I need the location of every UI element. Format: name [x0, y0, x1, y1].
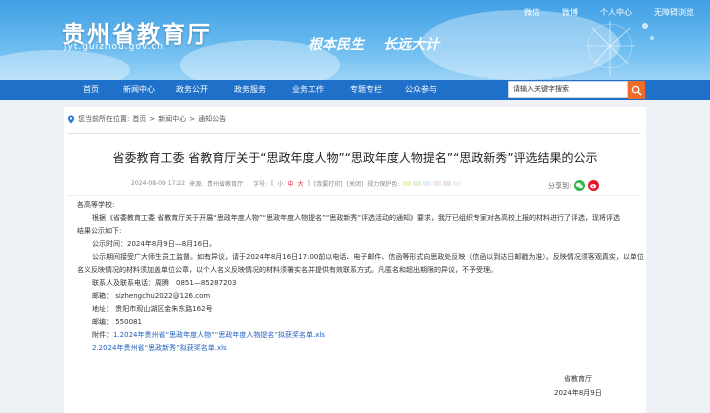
attachment-line: 2.2024年贵州省“思政新秀”拟获奖名单.xls [77, 342, 637, 355]
source-value: 贵州省教育厅 [207, 181, 244, 188]
breadcrumb-separator: > [189, 115, 196, 123]
font-size-label: 字号: [253, 181, 268, 188]
paragraph: 公示期间接受广大师生员工监督。如有异议，请于2024年8月16日17:00前以电… [92, 253, 644, 261]
address-line: 地址： 贵阳市观山湖区金朱东路162号 [92, 305, 213, 313]
color-swatch[interactable] [423, 181, 432, 186]
nav-gov-service[interactable]: 政务服务 [234, 80, 266, 100]
slogan-part1: 根本民生 [308, 37, 364, 53]
share-label: 分享到: [548, 181, 572, 190]
paragraph: 根据《省委教育工委 省教育厅关于开展“思政年度人物”“思政年度人物提名”“思政新… [92, 214, 620, 222]
view-color-label: 视力保护色: [367, 181, 400, 188]
nav-news[interactable]: 新闻中心 [123, 80, 155, 100]
top-link-wechat[interactable]: 微信 [524, 7, 540, 18]
site-domain: jyt.guizhou.gov.cn [64, 42, 164, 52]
attachment-link-2[interactable]: 2.2024年贵州省“思政新秀”拟获奖名单.xls [92, 344, 227, 352]
paragraph: 结果公示如下: [77, 227, 122, 235]
paragraph: 公示时间：2024年8月9日—8月16日。 [92, 240, 217, 248]
nav-gov-open[interactable]: 政务公开 [176, 80, 208, 100]
contact-line: 联系人及联系电话：周腾 0851—85287203 [92, 279, 237, 287]
weibo-icon[interactable] [588, 180, 600, 191]
attachment-label: 附件： [92, 331, 113, 339]
attachment-line: 附件：1.2024年贵州省“思政年度人物”“思政年度人物提名”拟获奖名单.xls [77, 329, 637, 342]
top-link-user-center[interactable]: 个人中心 [600, 7, 632, 18]
attachment-link-1[interactable]: 1.2024年贵州省“思政年度人物”“思政年度人物提名”拟获奖名单.xls [113, 331, 325, 339]
search-input[interactable]: 请输入关键字搜索 [508, 81, 628, 98]
breadcrumb-notices[interactable]: 通知公告 [198, 114, 226, 124]
search-icon [631, 85, 642, 96]
nav-special[interactable]: 专题专栏 [350, 80, 382, 100]
article-body: 各高等学校: 根据《省委教育工委 省教育厅关于开展“思政年度人物”“思政年度人物… [77, 199, 644, 355]
wechat-icon[interactable] [574, 180, 586, 191]
breadcrumb-separator: > [149, 115, 156, 123]
breadcrumb-news[interactable]: 新闻中心 [158, 114, 186, 124]
slogan-part2: 长远大计 [383, 37, 439, 53]
site-header: 贵州省教育厅 jyt.guizhou.gov.cn 根本民生 长远大计 微信 微… [0, 0, 710, 80]
search-button[interactable] [628, 81, 645, 99]
share-bar: 分享到: [548, 180, 600, 191]
color-swatch[interactable] [413, 181, 422, 186]
nav-participation[interactable]: 公众参与 [405, 80, 437, 100]
article-panel: 您当前所在位置: 首页 > 新闻中心 > 通知公告 省委教育工委 省教育厅关于“… [64, 107, 646, 413]
top-link-weibo[interactable]: 微博 [562, 7, 578, 18]
breadcrumb-prefix: 您当前所在位置: [78, 115, 130, 123]
header-cloud [0, 50, 130, 80]
breadcrumb-home[interactable]: 首页 [132, 114, 146, 124]
nav-home[interactable]: 首页 [83, 80, 99, 100]
dandelion-icon [586, 21, 654, 76]
article-title: 省委教育工委 省教育厅关于“思政年度人物”“思政年度人物提名”“思政新秀”评选结… [112, 151, 598, 165]
signature: 省教育厅 [564, 375, 592, 383]
font-small-button[interactable]: 小 [278, 179, 284, 188]
nav-business[interactable]: 业务工作 [292, 80, 324, 100]
print-button[interactable]: [我要打印] [314, 179, 343, 188]
color-swatch[interactable] [403, 181, 412, 186]
publish-date: 2024-08-09 17:22 [131, 180, 186, 187]
color-swatch[interactable] [453, 181, 462, 186]
article-meta: 2024-08-09 17:22 来源: 贵州省教育厅 字号: [ 小 中 大 … [131, 179, 463, 188]
top-links: 微信 微博 个人中心 无障碍浏览 [502, 7, 694, 18]
color-swatch[interactable] [433, 181, 442, 186]
location-pin-icon [67, 114, 75, 124]
source-label: 来源: [189, 181, 204, 188]
color-swatch[interactable] [443, 181, 452, 186]
close-button[interactable]: [关闭] [347, 179, 364, 188]
font-large-button[interactable]: 大 [298, 179, 304, 188]
paragraph: 名义反映情况的材料须加盖单位公章，以个人名义反映情况的材料须署实名并提供有效联系… [77, 266, 497, 274]
font-medium-button[interactable]: 中 [288, 179, 294, 188]
postcode-line: 邮编： 550081 [92, 318, 142, 326]
signature-date: 2024年8月9日 [554, 389, 602, 397]
top-link-accessibility[interactable]: 无障碍浏览 [654, 7, 694, 18]
email-line: 邮箱： sizhengchu2022@126.com [92, 292, 211, 300]
divider [67, 133, 641, 134]
divider [67, 195, 641, 196]
breadcrumb: 您当前所在位置: 首页 > 新闻中心 > 通知公告 [67, 114, 226, 124]
salutation: 各高等学校: [77, 201, 115, 209]
